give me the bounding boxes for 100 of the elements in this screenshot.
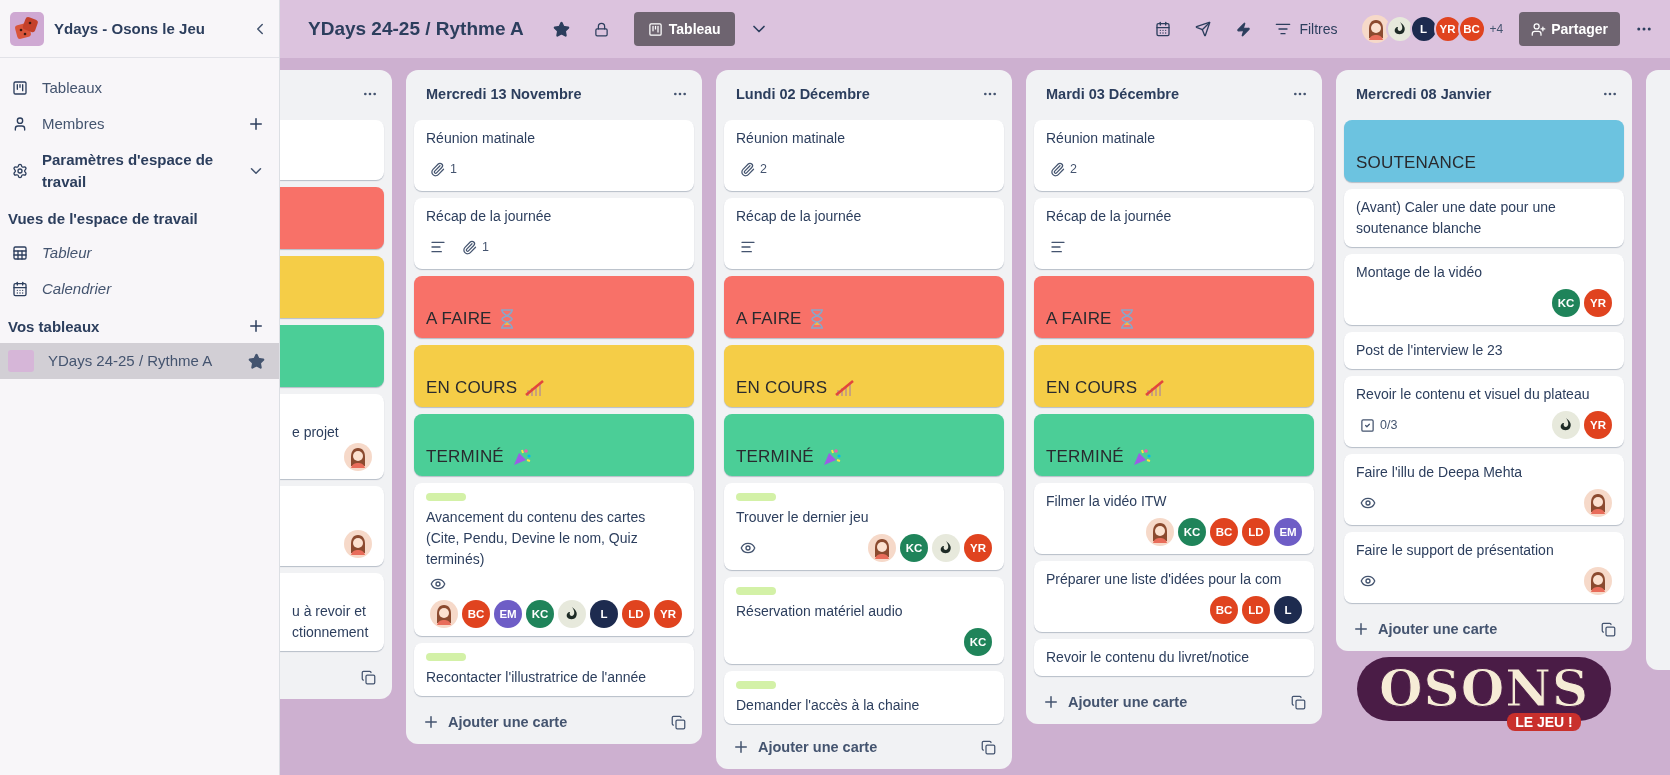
member-avatar: L	[1274, 596, 1302, 624]
list-title: Lundi 02 Décembre	[736, 86, 870, 102]
add-icon[interactable]	[247, 115, 265, 133]
add-icon[interactable]	[247, 317, 265, 335]
status-card[interactable]: EN COURS	[724, 345, 1004, 407]
status-title: SOUTENANCE	[1356, 153, 1477, 173]
task-card[interactable]: Filmer la vidéo ITW KC BC LD EM	[1034, 483, 1314, 554]
task-card[interactable]: Réservation matériel audio KC	[724, 577, 1004, 664]
avatar-swirl-picture	[1385, 15, 1414, 43]
task-card[interactable]: Récap de la journée	[1034, 198, 1314, 269]
card-title: Récap de la journée	[426, 207, 553, 226]
section-heading: Vos tableaux	[8, 317, 101, 335]
members-icon	[12, 116, 28, 132]
task-card[interactable]: Recontacter l'illustratrice de l'année	[414, 643, 694, 696]
party-popper-icon	[511, 447, 532, 467]
card-title: Préparer une liste d'idées pour la com	[1046, 570, 1283, 589]
task-card[interactable]: Récap de la journée 1	[414, 198, 694, 269]
card-title: (Avant) Caler une date pour une soutenance blanche	[1356, 198, 1557, 238]
member-avatar: YR	[1584, 411, 1612, 439]
task-card[interactable]: Montage de la vidéo KC YR	[1344, 254, 1624, 325]
status-card[interactable]: SOUTENANCE	[1344, 120, 1624, 182]
status-card[interactable]: EN COURS	[1034, 345, 1314, 407]
member-avatar: LD	[622, 600, 650, 628]
list-title: Mardi 03 Décembre	[1046, 86, 1179, 102]
task-card[interactable]: Préparer une liste d'idées pour la com BC LD L	[1034, 561, 1314, 632]
status-card[interactable]: EN COURS	[414, 345, 694, 407]
dice-logo	[10, 11, 44, 46]
plus-icon	[422, 713, 440, 731]
template-icon[interactable]	[981, 739, 996, 755]
member-avatar: BC	[1210, 596, 1238, 624]
task-card[interactable]: Avancement du contenu des cartes (Cite, Pendu, Devine le nom, Quiz terminés) BC EM KC L LD YR	[414, 483, 694, 636]
add-card-button[interactable]: Ajouter une carte	[1348, 614, 1502, 644]
status-card[interactable]: TERMINÉ	[1034, 414, 1314, 476]
member-avatar: EM	[1274, 518, 1302, 546]
attachment-badge: 2	[736, 161, 771, 177]
avatar-swirl-picture	[1552, 411, 1580, 439]
task-card[interactable]: Revoir le contenu du livret/notice	[1034, 639, 1314, 676]
sidebar-item[interactable]: Tableur	[0, 235, 279, 271]
avatar-picture	[868, 534, 896, 562]
card-title: ctionnement	[292, 624, 369, 640]
avatar-picture	[1361, 15, 1390, 43]
status-title: A FAIRE	[1046, 309, 1134, 329]
status-card[interactable]: A FAIRE	[724, 276, 1004, 338]
task-card[interactable]: Trouver le dernier jeu KC YR	[724, 483, 1004, 570]
rising-chart-icon	[525, 378, 546, 398]
add-user-icon	[1531, 21, 1547, 37]
member-avatar: YR	[1433, 15, 1462, 43]
task-card[interactable]: u à revoir et ctionnement	[280, 573, 384, 651]
star-icon[interactable]	[248, 352, 265, 370]
card-title: Revoir le contenu et visuel du plateau	[1356, 385, 1591, 404]
status-card[interactable]: TERMINÉ	[414, 414, 694, 476]
task-card[interactable]: Réunion matinale 2	[724, 120, 1004, 191]
share-button[interactable]: Partager	[1519, 12, 1620, 46]
template-icon[interactable]	[361, 669, 376, 685]
member-avatar: KC	[526, 600, 554, 628]
hourglass-icon	[1119, 309, 1134, 329]
task-card[interactable]: Revoir le contenu et visuel du plateau 0/3 YR	[1344, 376, 1624, 447]
task-card[interactable]	[280, 486, 384, 566]
view-button[interactable]: Tableau	[633, 12, 735, 46]
add-card-button[interactable]: Ajouter une carte	[418, 707, 572, 737]
member-avatar: YR	[1584, 289, 1612, 317]
sidebar-item[interactable]: YDays 24-25 / Rythme A	[0, 343, 279, 379]
task-card[interactable]: Réunion matinale 2	[1034, 120, 1314, 191]
sidebar-item[interactable]: Membres	[0, 106, 279, 142]
filter-button[interactable]: Filtres	[1267, 13, 1346, 45]
member-avatar: KC	[1178, 518, 1206, 546]
task-card[interactable]: Récap de la journée	[724, 198, 1004, 269]
member-avatar: BC	[462, 600, 490, 628]
card-title: Filmer la vidéo ITW	[1046, 492, 1168, 511]
status-card[interactable]: TERMINÉ	[724, 414, 1004, 476]
task-card[interactable]: Post de l'interview le 23	[1344, 332, 1624, 369]
member-avatar: KC	[1552, 289, 1580, 317]
table-icon	[12, 245, 28, 261]
template-icon[interactable]	[1291, 694, 1306, 710]
sidebar-item[interactable]: Paramètres d'espace de travail	[0, 142, 279, 200]
template-icon[interactable]	[671, 714, 686, 730]
add-card-button[interactable]: Ajouter une carte	[1038, 687, 1192, 717]
task-card[interactable]: Réunion matinale 1	[414, 120, 694, 191]
add-card-button[interactable]: Ajouter une carte	[728, 732, 882, 762]
member-avatar: BC	[1210, 518, 1238, 546]
task-card[interactable]: Faire le support de présentation	[1344, 532, 1624, 603]
card-title: Réunion matinale	[426, 129, 536, 148]
sidebar-item[interactable]: Calendrier	[0, 271, 279, 307]
plus-icon	[732, 738, 750, 756]
task-card[interactable]: e projet	[280, 394, 384, 479]
status-card[interactable]: A FAIRE	[1034, 276, 1314, 338]
workspace-name: Ydays - Osons le Jeu	[54, 20, 206, 37]
sidebar-item[interactable]: Tableaux	[0, 70, 279, 106]
status-title: EN COURS	[426, 378, 546, 398]
member-avatar: L	[1409, 15, 1438, 43]
task-card[interactable]: (Avant) Caler une date pour une soutenance blanche	[1344, 189, 1624, 247]
attachment-badge: 2	[1046, 161, 1081, 177]
status-card[interactable]: A FAIRE	[414, 276, 694, 338]
task-card[interactable]: Demander l'accès à la chaine	[724, 671, 1004, 724]
member-avatar: YR	[964, 534, 992, 562]
template-icon[interactable]	[1601, 621, 1616, 637]
card-title: Montage de la vidéo	[1356, 263, 1484, 282]
status-title: TERMINÉ	[426, 447, 532, 467]
avatar-picture	[430, 600, 458, 628]
task-card[interactable]: Faire l'illu de Deepa Mehta	[1344, 454, 1624, 525]
